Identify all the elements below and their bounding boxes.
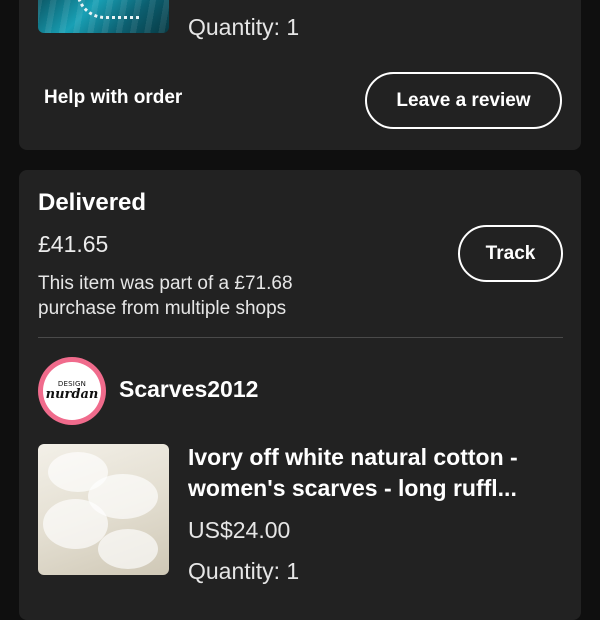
- help-with-order-link[interactable]: Help with order: [44, 87, 182, 109]
- track-button[interactable]: Track: [458, 225, 563, 282]
- lace-detail: [76, 0, 139, 19]
- shop-avatar[interactable]: DESIGN nurdan: [38, 357, 106, 425]
- item-quantity: Quantity: 1: [188, 558, 300, 584]
- divider: [38, 337, 563, 338]
- previous-order-card: Quantity: 1 Help with order Leave a revi…: [19, 0, 581, 150]
- item-title[interactable]: Ivory off white natural cotton -women's …: [188, 442, 558, 504]
- previous-item-quantity: Quantity: 1: [188, 14, 300, 40]
- order-total: £41.65: [38, 231, 109, 257]
- order-status: Delivered: [38, 189, 147, 216]
- previous-item-thumbnail[interactable]: [38, 0, 169, 33]
- leave-review-button[interactable]: Leave a review: [365, 72, 562, 129]
- shop-name[interactable]: Scarves2012: [119, 376, 258, 403]
- shop-logo: DESIGN nurdan: [43, 362, 101, 420]
- item-thumbnail[interactable]: [38, 444, 169, 575]
- multi-shop-note: This item was part of a £71.68 purchase …: [38, 273, 293, 319]
- order-card: Delivered £41.65 This item was part of a…: [19, 170, 581, 620]
- item-price: US$24.00: [188, 517, 291, 543]
